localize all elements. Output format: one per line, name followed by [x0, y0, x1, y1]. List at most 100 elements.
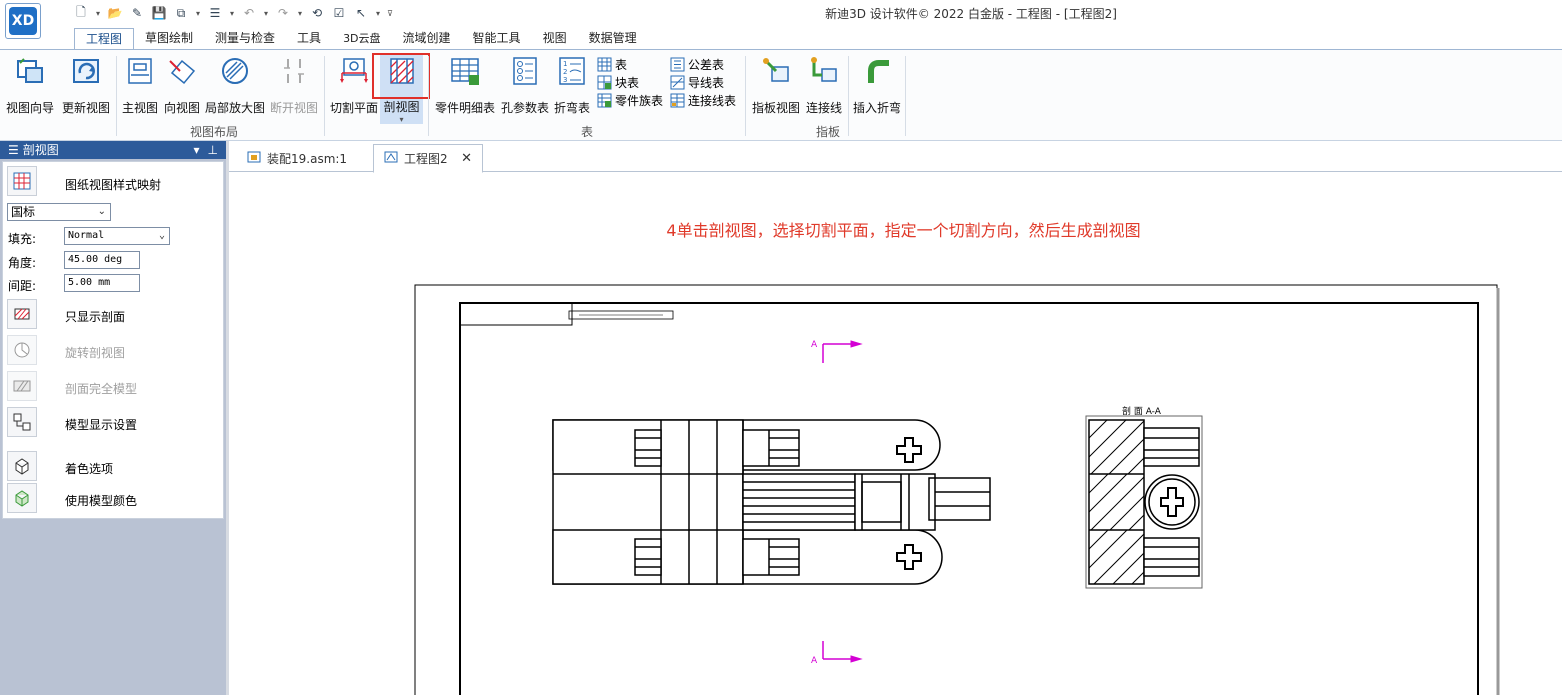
magnify-circle-icon	[218, 54, 252, 88]
model-display-settings-icon[interactable]	[7, 407, 37, 437]
hole-table-icon	[508, 54, 542, 88]
connect-line-button[interactable]: 连接线	[806, 54, 842, 116]
title-bar: XD 🗋 ▾ 📂 ✎ 💾 ⧉ ▾ ☰ ▾ ↶ ▾ ↷ ▾ ⟲ ☑ ↖ ▾ ⊽ 新迪3D 设计…	[0, 0, 1562, 39]
style-map-icon[interactable]	[7, 166, 37, 196]
close-icon[interactable]: ✕	[461, 151, 472, 166]
model-display-settings-label: 模型显示设置	[65, 418, 138, 432]
cutting-plane-button[interactable]: 切割平面	[330, 54, 378, 116]
block-table-button[interactable]: 块表	[597, 74, 639, 91]
bend-table-icon: 123	[555, 54, 589, 88]
angle-label: 角度:	[8, 256, 37, 270]
highlight-annotation	[372, 53, 430, 99]
tolerance-table-button[interactable]: 公差表	[670, 56, 724, 73]
main-view[interactable]	[552, 419, 991, 585]
use-model-color-row[interactable]	[7, 483, 37, 513]
tab-sketch[interactable]: 草图绘制	[134, 28, 204, 50]
doc-tab-assembly[interactable]: 装配19.asm:1	[237, 144, 357, 172]
model-display-settings-row[interactable]	[7, 407, 37, 437]
wire-table-button[interactable]: 导线表	[670, 74, 724, 91]
style-map-label: 图纸视图样式映射	[65, 178, 162, 192]
fill-label: 填充:	[8, 232, 37, 246]
ribbon-tabs: 工程图 草图绘制 测量与检查 工具 3D云盘 流域创建 智能工具 视图 数据管理	[74, 28, 648, 50]
document-tabs: 装配19.asm:1 工程图2 ✕	[229, 144, 1562, 173]
standard-select[interactable]: 国标 ⌄	[7, 203, 111, 221]
pin-icon[interactable]: ⊥	[208, 141, 218, 159]
update-view-button[interactable]: 更新视图	[62, 54, 110, 116]
table-button[interactable]: 表	[597, 56, 627, 73]
cube-outline-icon[interactable]	[7, 451, 37, 481]
table-grid-icon	[448, 54, 482, 88]
board-view-button[interactable]: 指板视图	[752, 54, 800, 116]
broken-view-button[interactable]: 断开视图	[270, 54, 318, 116]
section-full-model-label: 剖面完全模型	[65, 382, 138, 396]
spacing-label: 间距:	[8, 279, 37, 293]
shading-options-label: 着色选项	[65, 462, 114, 476]
group-divider	[745, 56, 746, 136]
section-only-row[interactable]	[7, 299, 37, 329]
main-view-button[interactable]: 主视图	[122, 54, 158, 116]
section-full-model-row[interactable]	[7, 371, 37, 401]
group-label-table: 表	[581, 125, 594, 139]
tolerance-table-icon	[670, 57, 685, 72]
assembly-icon	[247, 150, 261, 167]
section-view-aa[interactable]: 剖 面 A-A	[1085, 405, 1203, 589]
bend-table-button[interactable]: 123 折弯表	[554, 54, 590, 116]
chevron-down-icon: ⌄	[158, 230, 165, 241]
cut-label-bottom: A	[811, 656, 818, 666]
svg-text:2: 2	[563, 68, 567, 76]
tab-drawing[interactable]: 工程图	[74, 28, 135, 50]
chevron-down-icon[interactable]: ▾	[399, 115, 403, 124]
direction-view-button[interactable]: 向视图	[164, 54, 200, 116]
drawing-sheet[interactable]: A A 剖 面 A-A	[229, 173, 1562, 695]
tab-view[interactable]: 视图	[532, 28, 578, 50]
rotate-section-row[interactable]	[7, 335, 37, 365]
view-wizard-button[interactable]: 视图向导	[6, 54, 54, 116]
tab-data-management[interactable]: 数据管理	[578, 28, 648, 50]
cut-label-top: A	[811, 340, 818, 350]
tab-measure[interactable]: 测量与检查	[204, 28, 286, 50]
group-divider	[848, 56, 849, 136]
tab-cloud[interactable]: 3D云盘	[332, 28, 391, 50]
fill-select[interactable]: Normal ⌄	[64, 227, 170, 245]
view-wizard-icon	[13, 54, 47, 88]
group-divider	[428, 56, 429, 136]
hole-table-button[interactable]: 孔参数表	[501, 54, 549, 116]
rotate-section-label: 旋转剖视图	[65, 346, 126, 360]
part-family-table-button[interactable]: 零件族表	[597, 92, 663, 109]
family-table-icon	[597, 93, 612, 108]
rotate-section-icon[interactable]	[7, 335, 37, 365]
chevron-down-icon: ⌄	[97, 206, 106, 217]
panel-title: 剖视图	[22, 143, 59, 157]
tab-domain[interactable]: 流域创建	[392, 28, 462, 50]
section-full-model-icon[interactable]	[7, 371, 37, 401]
doc-tab-drawing[interactable]: 工程图2 ✕	[373, 144, 483, 173]
shading-options-row[interactable]	[7, 451, 37, 481]
detail-view-button[interactable]: 局部放大图	[205, 54, 265, 116]
angle-input[interactable]: 45.00 deg	[64, 251, 140, 269]
group-label-view-layout: 视图布局	[190, 125, 239, 139]
section-only-icon[interactable]	[7, 299, 37, 329]
connector-table-button[interactable]: 连接线表	[670, 92, 736, 109]
drawing-doc-icon	[384, 150, 398, 167]
section-only-label: 只显示剖面	[65, 310, 126, 324]
spacing-input[interactable]: 5.00 mm	[64, 274, 140, 292]
broken-view-icon	[277, 54, 311, 88]
group-divider	[905, 56, 906, 136]
board-view-icon	[759, 54, 793, 88]
wire-table-icon	[670, 75, 685, 90]
connect-line-icon	[807, 54, 841, 88]
style-map-row[interactable]	[7, 166, 37, 196]
drawing-canvas[interactable]: 4单击剖视图，选择切割平面，指定一个切割方向，然后生成剖视图 A A 剖 面 A…	[229, 173, 1562, 695]
direction-view-icon	[165, 54, 199, 88]
svg-text:1: 1	[563, 60, 567, 68]
parts-list-button[interactable]: 零件明细表	[435, 54, 495, 116]
cube-green-icon[interactable]	[7, 483, 37, 513]
tab-tools[interactable]: 工具	[286, 28, 332, 50]
section-view-panel: ☰ 剖视图 ▾ ⊥ 图纸视图样式映射 国标 ⌄ 填充: Normal ⌄ 角度: 4…	[0, 141, 226, 695]
insert-bend-button[interactable]: 插入折弯	[853, 54, 901, 116]
tab-smart-tools[interactable]: 智能工具	[462, 28, 532, 50]
group-divider	[116, 56, 117, 136]
panel-collapse-icon[interactable]: ▾	[194, 141, 200, 159]
panel-menu-icon: ☰	[8, 143, 19, 157]
svg-text:3: 3	[563, 76, 567, 84]
